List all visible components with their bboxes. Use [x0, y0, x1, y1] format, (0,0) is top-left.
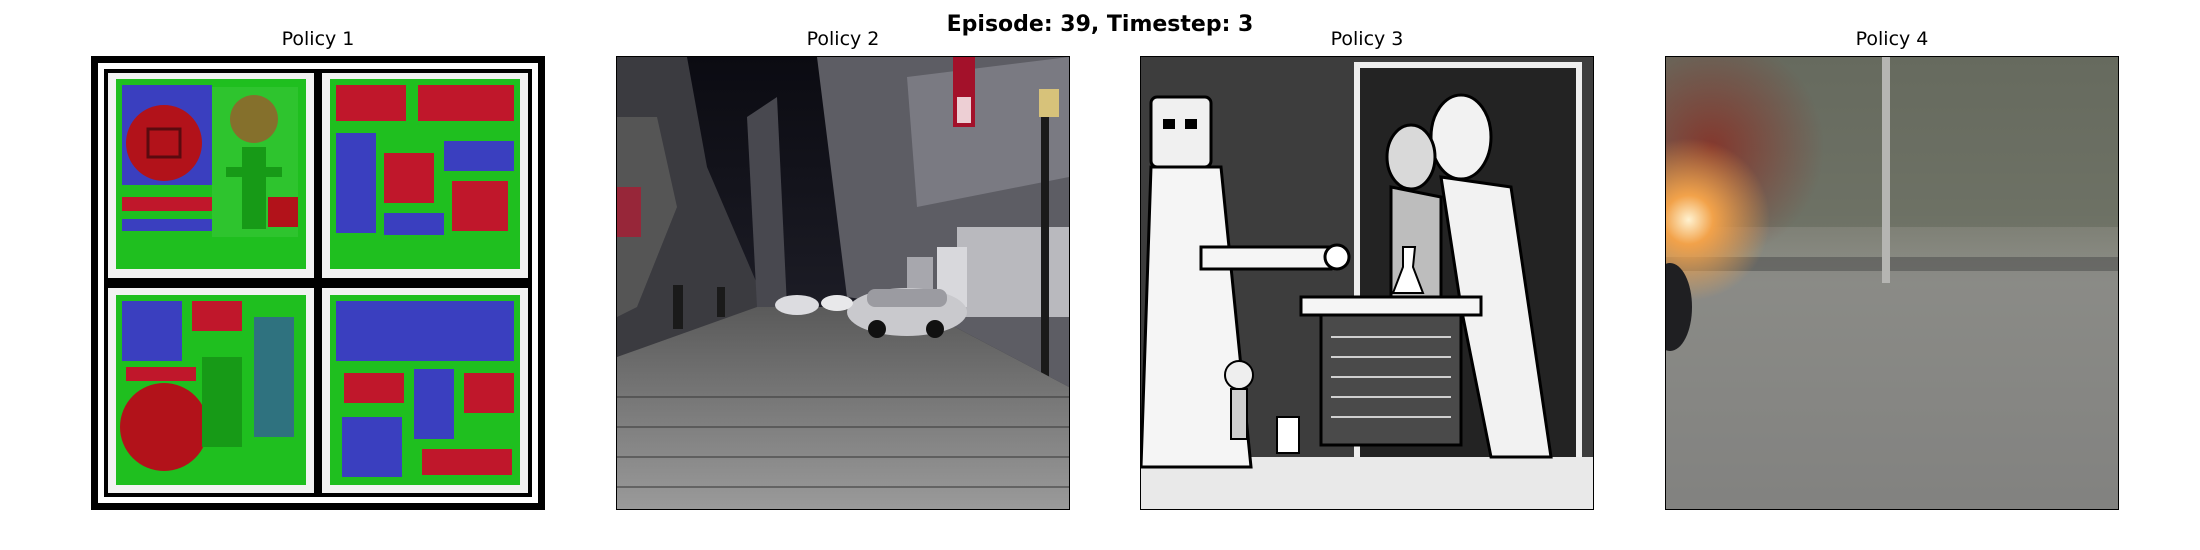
- policy-2-image: [616, 56, 1070, 510]
- policy-1-title: Policy 1: [281, 28, 355, 50]
- policy-1-image: [91, 56, 545, 510]
- policy-3-image: [1140, 56, 1594, 510]
- policy-4-title: Policy 4: [1855, 28, 1929, 50]
- policy-2-title: Policy 2: [806, 28, 880, 50]
- policy-4-image: [1665, 56, 2119, 510]
- policy-3-title: Policy 3: [1330, 28, 1404, 50]
